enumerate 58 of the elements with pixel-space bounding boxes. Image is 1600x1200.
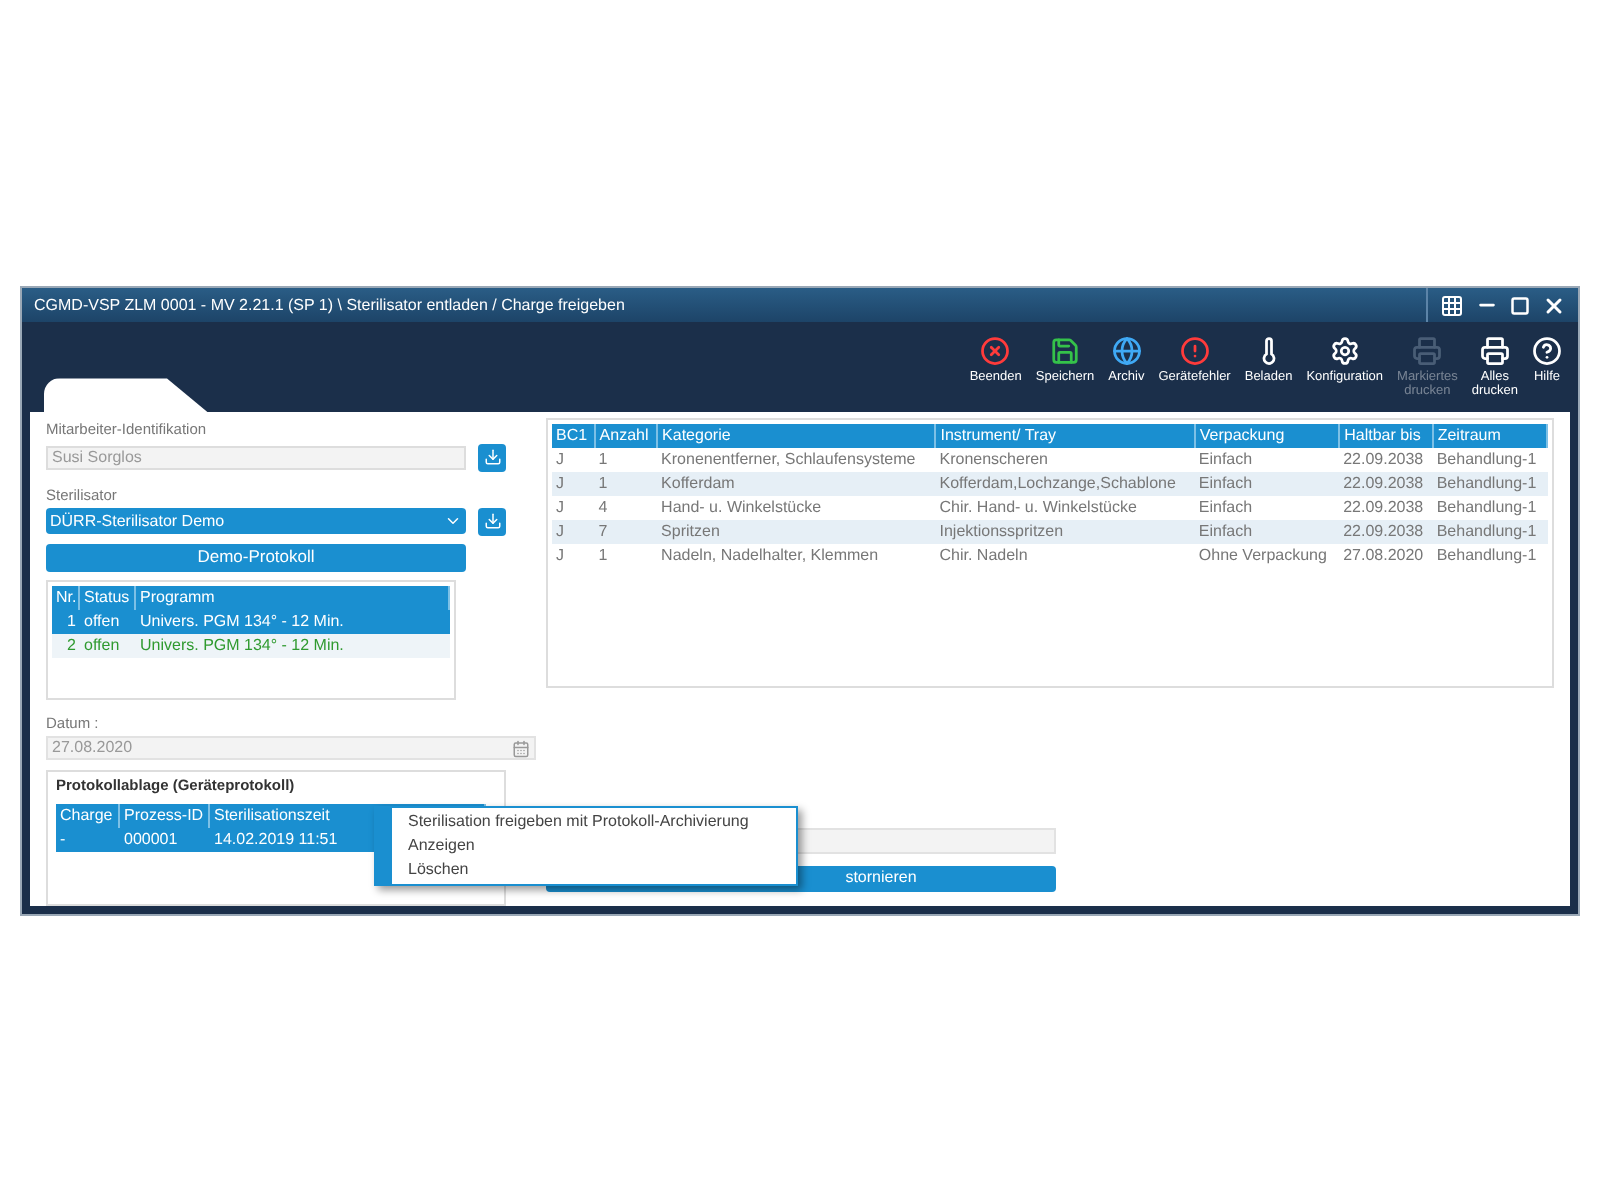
globe-icon: [1111, 336, 1142, 367]
table-cell: 22.09.2038: [1339, 448, 1433, 473]
table-cell: Einfach: [1194, 496, 1340, 521]
table-cell: Einfach: [1194, 448, 1340, 473]
table-cell: Kofferdam,Lochzange,Schablone: [935, 472, 1195, 497]
table-cell: Behandlung-1: [1432, 496, 1547, 521]
download-icon: [483, 512, 501, 531]
table-cell: Kofferdam: [657, 472, 936, 497]
table-cell-text: Univers. PGM 134° - 12 Min.: [138, 633, 346, 658]
table-cell: 22.09.2038: [1339, 472, 1433, 497]
maximize-icon[interactable]: [1510, 295, 1530, 316]
table-cell-text: offen: [82, 633, 122, 658]
table-cell-text: 1: [65, 609, 78, 634]
close-circle-icon: [980, 336, 1011, 367]
table-cell: Behandlung-1: [1432, 472, 1547, 497]
program-row[interactable]: 1 offen Univers. PGM 134° - 12 Min.: [52, 609, 450, 634]
table-cell-text: -: [58, 828, 68, 852]
table-cell: 4: [594, 496, 658, 521]
table-cell: 7: [594, 520, 658, 545]
download-button[interactable]: [478, 443, 506, 471]
grid-icon[interactable]: [1440, 293, 1464, 318]
calendar-icon[interactable]: [512, 739, 530, 757]
table-cell-text: 2: [65, 633, 78, 658]
table-cell: Hand- u. Winkelstücke: [657, 496, 936, 521]
download-icon: [483, 448, 501, 466]
window-title: CGMD-VSP ZLM 0001 - MV 2.21.1 (SP 1) \ Sterilisator entladen / Charge freigeben: [34, 293, 625, 318]
table-cell: Einfach: [1194, 520, 1340, 545]
table-cell: Chir. Hand- u. Winkelstücke: [935, 496, 1195, 521]
download-button[interactable]: [478, 507, 506, 536]
table-cell: Spritzen: [657, 520, 936, 545]
table-cell: J: [552, 496, 595, 521]
table-cell: 22.09.2038: [1339, 520, 1433, 545]
table-cell: J: [552, 520, 595, 545]
alert-icon: [1179, 336, 1210, 367]
table-cell: 22.09.2038: [1339, 496, 1433, 521]
demo-protocol-button[interactable]: Demo-Protokoll: [46, 543, 466, 572]
table-cell: Injektionsspritzen: [935, 520, 1195, 545]
gear-icon: [1329, 336, 1360, 367]
dropdown[interactable]: DÜRR-Sterilisator Demo: [46, 508, 466, 535]
table-cell: Kronenentferner, Schlaufensysteme: [657, 448, 936, 473]
table-cell-text: 000001: [122, 828, 180, 852]
table-cell: Behandlung-1: [1432, 520, 1547, 545]
table-cell: 1: [594, 472, 658, 497]
printer-icon: [1479, 336, 1510, 367]
table-cell-text: 14.02.2019 11:51: [212, 828, 340, 852]
table-cell: Ohne Verpackung: [1194, 544, 1340, 569]
table-cell: Einfach: [1194, 472, 1340, 497]
table-cell-text: Univers. PGM 134° - 12 Min.: [138, 609, 346, 634]
table-cell: Kronenscheren: [935, 448, 1195, 473]
close-icon[interactable]: [1542, 293, 1566, 318]
table-cell: Behandlung-1: [1432, 448, 1547, 473]
printer-icon: [1412, 336, 1443, 367]
table-cell: Behandlung-1: [1432, 544, 1547, 569]
table-cell: J: [552, 472, 595, 497]
table-cell-text: offen: [82, 609, 122, 634]
table-cell: J: [552, 448, 595, 473]
help-icon: [1532, 336, 1562, 367]
table-cell: 1: [594, 448, 658, 473]
